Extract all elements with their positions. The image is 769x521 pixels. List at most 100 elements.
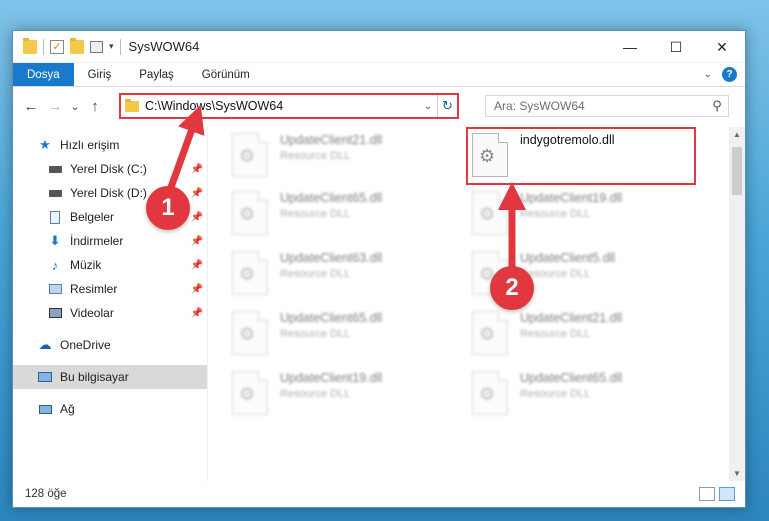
- address-dropdown-icon[interactable]: ⌄: [419, 101, 437, 112]
- tab-view[interactable]: Görünüm: [188, 63, 264, 86]
- refresh-icon[interactable]: ↻: [437, 95, 457, 117]
- file-item[interactable]: ⚙ UpdateClient65.dll Resource DLL: [232, 309, 452, 361]
- dll-file-icon: ⚙: [232, 191, 268, 235]
- pin-icon[interactable]: 📌: [191, 164, 203, 175]
- sidebar-item-label: Hızlı erişim: [60, 138, 120, 152]
- large-icons-view-icon[interactable]: [719, 487, 735, 501]
- sidebar-item-videos[interactable]: Videolar 📌: [13, 301, 207, 325]
- dll-file-icon: ⚙: [232, 311, 268, 355]
- expand-ribbon-icon[interactable]: ⌄: [704, 69, 712, 80]
- sidebar-item-label: Yerel Disk (C:): [70, 162, 147, 176]
- sidebar-item-label: Belgeler: [70, 210, 115, 224]
- file-name: UpdateClient19.dll: [520, 191, 623, 205]
- step-badge-2: 2: [490, 266, 534, 310]
- file-type: Resource DLL: [280, 388, 351, 400]
- file-item[interactable]: ⚙ UpdateClient19.dll Resource DLL: [232, 369, 452, 421]
- sidebar-item-onedrive[interactable]: ☁ OneDrive: [13, 333, 207, 357]
- search-icon[interactable]: ⚲: [706, 98, 728, 114]
- properties-icon[interactable]: ✓: [50, 39, 64, 54]
- window-controls: — ☐ ✕: [607, 31, 745, 63]
- tab-home[interactable]: Giriş: [74, 63, 126, 86]
- dll-file-icon: ⚙: [232, 251, 268, 295]
- scroll-up-icon[interactable]: ▲: [729, 130, 745, 139]
- file-type: Resource DLL: [520, 388, 591, 400]
- pin-icon[interactable]: 📌: [191, 212, 203, 223]
- tab-file[interactable]: Dosya: [13, 63, 74, 86]
- pin-icon[interactable]: 📌: [191, 284, 203, 295]
- file-item[interactable]: ⚙ UpdateClient63.dll Resource DLL: [232, 249, 452, 301]
- pin-icon[interactable]: 📌: [191, 308, 203, 319]
- sidebar-item-this-pc[interactable]: Bu bilgisayar: [13, 365, 207, 389]
- maximize-button[interactable]: ☐: [653, 31, 699, 63]
- file-item[interactable]: ⚙ UpdateClient65.dll Resource DLL: [472, 369, 692, 421]
- recent-locations-button[interactable]: ⌄: [67, 100, 83, 113]
- navigation-bar: ← → ⌄ ↑ C:\Windows\SysWOW64 ⌄ ↻ Ara: Sys…: [13, 87, 745, 125]
- pin-icon[interactable]: 📌: [191, 260, 203, 271]
- file-type: Resource DLL: [520, 328, 591, 340]
- divider: [43, 38, 44, 55]
- sidebar-item-label: Resimler: [70, 282, 118, 296]
- computer-icon: [37, 370, 53, 384]
- forward-button[interactable]: →: [43, 98, 67, 115]
- file-name: UpdateClient65.dll: [520, 371, 623, 385]
- details-view-icon[interactable]: [699, 487, 715, 501]
- sidebar-item-pictures[interactable]: Resimler 📌: [13, 277, 207, 301]
- view-options-icon[interactable]: [90, 40, 103, 53]
- sidebar-item-label: Bu bilgisayar: [60, 370, 129, 384]
- address-path[interactable]: C:\Windows\SysWOW64: [145, 99, 419, 113]
- ribbon-tabs: Dosya Giriş Paylaş Görünüm ⌄ ?: [13, 63, 745, 87]
- music-icon: ♪: [51, 257, 59, 273]
- file-name: UpdateClient5.dll: [520, 251, 616, 265]
- quick-access-toolbar: ✓ ▾: [13, 37, 121, 55]
- sidebar-item-network[interactable]: Ağ: [13, 397, 207, 421]
- file-type: Resource DLL: [280, 150, 351, 162]
- sidebar-item-label: Ağ: [60, 402, 75, 416]
- qa-dropdown-icon[interactable]: ▾: [109, 41, 114, 52]
- up-button[interactable]: ↑: [83, 98, 107, 115]
- file-type: Resource DLL: [280, 268, 351, 280]
- file-item[interactable]: ⚙ UpdateClient21.dll Resource DLL: [232, 131, 452, 183]
- item-count: 128 öğe: [25, 488, 67, 500]
- close-button[interactable]: ✕: [699, 31, 745, 63]
- file-name: UpdateClient65.dll: [280, 191, 383, 205]
- sidebar-item-label: İndirmeler: [70, 234, 124, 248]
- scroll-down-icon[interactable]: ▼: [729, 469, 745, 478]
- file-list: ⚙ UpdateClient21.dll Resource DLL ⚙ indyg…: [208, 127, 745, 481]
- pictures-icon: [47, 282, 63, 296]
- divider: [119, 38, 121, 55]
- main-area: ★ Hızlı erişim Yerel Disk (C:) 📌 Yerel D…: [13, 127, 745, 481]
- sidebar-item-downloads[interactable]: ⬇ İndirmeler 📌: [13, 229, 207, 253]
- vertical-scrollbar[interactable]: ▲ ▼: [729, 127, 745, 481]
- file-name: UpdateClient21.dll: [520, 311, 623, 325]
- file-type: Resource DLL: [520, 208, 591, 220]
- dll-file-icon: ⚙: [472, 191, 508, 235]
- search-input[interactable]: Ara: SysWOW64: [494, 99, 706, 113]
- star-icon: ★: [39, 137, 51, 152]
- title-bar: ✓ ▾ SysWOW64 — ☐ ✕: [13, 31, 745, 63]
- dll-file-icon: ⚙: [472, 371, 508, 415]
- file-type: Resource DLL: [280, 208, 351, 220]
- search-box[interactable]: Ara: SysWOW64 ⚲: [485, 95, 729, 117]
- minimize-button[interactable]: —: [607, 31, 653, 63]
- file-name: UpdateClient65.dll: [280, 311, 383, 325]
- address-bar[interactable]: C:\Windows\SysWOW64 ⌄ ↻: [119, 93, 459, 119]
- scrollbar-thumb[interactable]: [732, 147, 742, 195]
- pin-icon[interactable]: 📌: [191, 236, 203, 247]
- sidebar-item-quick-access[interactable]: ★ Hızlı erişim: [13, 133, 207, 157]
- file-name: UpdateClient63.dll: [280, 251, 383, 265]
- back-button[interactable]: ←: [19, 98, 43, 115]
- file-item[interactable]: ⚙ UpdateClient65.dll Resource DLL: [232, 189, 452, 241]
- file-item[interactable]: ⚙ UpdateClient19.dll Resource DLL: [472, 189, 692, 241]
- sidebar-item-local-disk-c[interactable]: Yerel Disk (C:) 📌: [13, 157, 207, 181]
- dll-file-icon: ⚙: [232, 371, 268, 415]
- explorer-window: ✓ ▾ SysWOW64 — ☐ ✕ Dosya Giriş Paylaş Gö…: [12, 30, 746, 508]
- folder-icon[interactable]: [23, 37, 37, 54]
- sidebar-item-music[interactable]: ♪ Müzik 📌: [13, 253, 207, 277]
- pin-icon[interactable]: 📌: [191, 188, 203, 199]
- download-icon: ⬇: [49, 233, 61, 248]
- file-item[interactable]: ⚙ UpdateClient21.dll Resource DLL: [472, 309, 692, 361]
- tab-share[interactable]: Paylaş: [125, 63, 188, 86]
- file-type: Resource DLL: [280, 328, 351, 340]
- help-icon[interactable]: ?: [722, 67, 737, 82]
- new-folder-icon[interactable]: [70, 37, 84, 54]
